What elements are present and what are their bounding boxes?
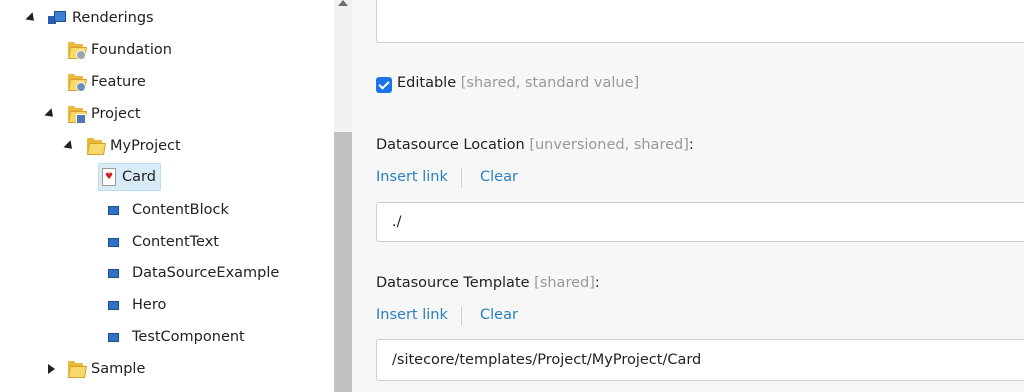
expand-arrow-icon[interactable] — [44, 362, 58, 376]
tree-node-label: ContentText — [132, 234, 219, 250]
tree-node-hero[interactable]: Hero — [108, 292, 166, 318]
datasource-template-clear-link[interactable]: Clear — [480, 307, 518, 323]
tree-node-label: Card — [122, 169, 156, 185]
editor-panel — [352, 0, 1024, 392]
datasource-template-input[interactable]: /sitecore/templates/Project/MyProject/Ca… — [376, 339, 1024, 381]
tree-node-feature[interactable]: Feature — [67, 69, 146, 95]
datasource-location-input[interactable]: ./ — [376, 202, 1024, 242]
datasource-template-label: Datasource Template [shared]: — [376, 275, 600, 291]
tree-node-label: Renderings — [72, 10, 154, 26]
tree-node-label: MyProject — [110, 138, 181, 154]
datasource-location-title: Datasource Location — [376, 137, 525, 153]
datasource-location-colon: : — [688, 137, 694, 153]
checkmark-icon — [378, 78, 390, 90]
collapse-arrow-icon[interactable] — [62, 139, 76, 153]
editable-field-label: Editable [shared, standard value] — [397, 75, 639, 91]
tree-node-sample[interactable]: Sample — [67, 356, 145, 382]
rendering-icon — [108, 264, 119, 282]
tree-node-label: Foundation — [91, 42, 172, 58]
rendering-icon — [108, 296, 119, 314]
datasource-location-meta: [unversioned, shared] — [529, 137, 689, 153]
datasource-location-clear-link[interactable]: Clear — [480, 169, 518, 185]
scrollbar-thumb[interactable] — [334, 132, 352, 392]
tree-node-label: TestComponent — [132, 329, 245, 345]
datasource-location-insert-link[interactable]: Insert link — [376, 169, 448, 185]
tree-node-renderings[interactable]: Renderings — [48, 5, 154, 31]
tree-node-testcomponent[interactable]: TestComponent — [108, 324, 245, 350]
datasource-location-label: Datasource Location [unversioned, shared… — [376, 137, 694, 153]
tree-node-myproject[interactable]: MyProject — [86, 133, 181, 159]
tree-node-label: Hero — [132, 297, 167, 313]
folder-icon — [86, 137, 107, 155]
tree-node-label: Sample — [91, 361, 146, 377]
tree-node-label: Feature — [91, 74, 146, 90]
link-separator — [461, 306, 462, 326]
datasource-template-insert-link[interactable]: Insert link — [376, 307, 448, 323]
tree-node-card[interactable]: ♥ Card — [98, 163, 161, 191]
tree-node-foundation[interactable]: Foundation — [67, 37, 172, 63]
editable-label: Editable — [397, 75, 457, 91]
folder-icon — [67, 105, 88, 124]
rendering-icon — [108, 328, 119, 346]
tree-node-label: DataSourceExample — [132, 265, 280, 281]
tree-node-project[interactable]: Project — [67, 101, 141, 127]
folder-icon — [67, 73, 88, 92]
content-tree: Renderings Foundation Feature Project My… — [0, 0, 334, 392]
link-separator — [461, 168, 462, 188]
folder-icon — [67, 41, 88, 60]
rendering-icon — [108, 201, 119, 219]
tree-node-contenttext[interactable]: ContentText — [108, 229, 219, 255]
collapse-arrow-icon[interactable] — [43, 107, 57, 121]
tree-node-datasourceexample[interactable]: DataSourceExample — [108, 260, 279, 286]
tree-node-contentblock[interactable]: ContentBlock — [108, 197, 229, 223]
top-text-field[interactable] — [376, 0, 1024, 43]
datasource-template-title: Datasource Template — [376, 275, 530, 291]
rendering-icon — [108, 233, 119, 251]
scroll-up-icon[interactable] — [338, 0, 348, 6]
tree-node-label: Project — [91, 106, 141, 122]
collapse-arrow-icon[interactable] — [24, 11, 38, 25]
datasource-template-meta: [shared] — [534, 275, 595, 291]
datasource-template-colon: : — [594, 275, 600, 291]
folder-icon — [67, 360, 88, 378]
renderings-icon — [48, 9, 66, 27]
tree-node-label: ContentBlock — [132, 202, 229, 218]
card-icon: ♥ — [102, 168, 116, 186]
editable-meta: [shared, standard value] — [460, 75, 640, 91]
editable-checkbox[interactable] — [376, 77, 392, 93]
